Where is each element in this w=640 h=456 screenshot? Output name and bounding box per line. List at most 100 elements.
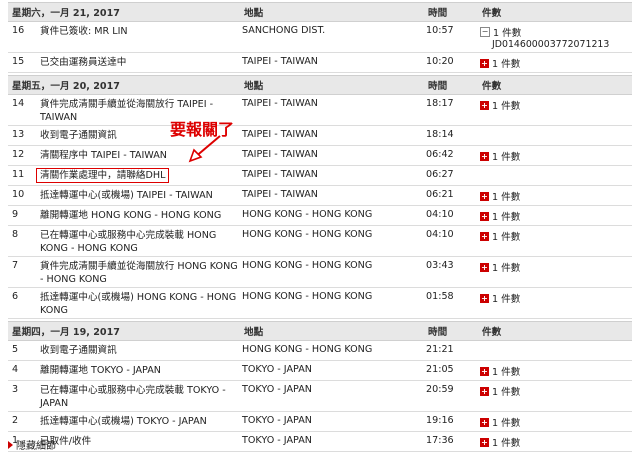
pieces-count: 1 件數	[492, 263, 521, 274]
hide-details-link[interactable]: 隱藏細節	[8, 437, 56, 452]
event-pieces[interactable]: +1 件數	[480, 381, 632, 398]
expand-icon[interactable]: +	[480, 262, 489, 272]
pieces-count: 1 件數	[492, 192, 521, 203]
expand-icon[interactable]: +	[480, 293, 489, 303]
event-location: TAIPEI - TAIWAN	[242, 169, 318, 180]
event-time: 06:42	[426, 149, 454, 160]
expand-icon[interactable]: +	[480, 231, 489, 241]
pieces-header: 件數	[482, 81, 502, 92]
event-pieces[interactable]: −1 件數 JD014600003772071213	[480, 22, 632, 50]
piece-id: JD014600003772071213	[492, 39, 610, 50]
event-time: 19:16	[426, 415, 454, 426]
table-row: 15 已交由運務員送達中 TAIPEI - TAIWAN 10:20 +1 件數	[8, 53, 632, 73]
event-pieces[interactable]: +1 件數	[480, 95, 632, 112]
event-description: 貨件已簽收: MR LIN	[40, 26, 128, 37]
event-location: HONG KONG - HONG KONG	[242, 209, 373, 220]
pieces-count: 1 件數	[492, 152, 521, 163]
event-description: 收到電子通關資訊	[40, 130, 117, 141]
event-description: 貨件完成清關手續並從海關放行 HONG KONG - HONG KONG	[40, 261, 238, 285]
table-row: 16 貨件已簽收: MR LIN SANCHONG DIST. 10:57 −1…	[8, 22, 632, 53]
location-header: 地點	[244, 327, 264, 338]
event-pieces[interactable]: +1 件數	[480, 257, 632, 274]
event-location: HONG KONG - HONG KONG	[242, 344, 373, 355]
expand-icon[interactable]: +	[480, 191, 489, 201]
collapse-icon[interactable]: −	[480, 27, 490, 37]
date-group: 星期六，一月 21, 2017 地點 時間 件數 16 貨件已簽收: MR LI…	[8, 2, 632, 73]
event-pieces[interactable]: +1 件數	[480, 361, 632, 378]
event-number: 12	[12, 149, 25, 160]
date-label: 星期四，一月 19, 2017	[12, 327, 120, 338]
date-header: 星期五，一月 20, 2017 地點 時間 件數	[8, 76, 632, 95]
event-time: 20:59	[426, 384, 454, 395]
event-location: TAIPEI - TAIWAN	[242, 149, 318, 160]
expand-icon[interactable]: +	[480, 58, 489, 68]
time-header: 時間	[428, 81, 448, 92]
event-pieces[interactable]: +1 件數	[480, 53, 632, 70]
pieces-count: 1 件數	[492, 294, 521, 305]
expand-icon[interactable]: +	[480, 100, 489, 110]
event-time: 18:14	[426, 129, 454, 140]
event-location: TAIPEI - TAIWAN	[242, 129, 318, 140]
table-row: 5 收到電子通關資訊 HONG KONG - HONG KONG 21:21	[8, 341, 632, 361]
pieces-count: 1 件數	[492, 101, 521, 112]
event-pieces[interactable]: +1 件數	[480, 432, 632, 449]
table-row: 11 清關作業處理中，請聯絡DHL TAIPEI - TAIWAN 06:27	[8, 166, 632, 186]
event-number: 5	[12, 344, 19, 355]
hide-details-label: 隱藏細節	[16, 441, 56, 452]
pieces-count: 1 件數	[493, 28, 522, 39]
expand-icon[interactable]: +	[480, 366, 489, 376]
expand-icon[interactable]: +	[480, 386, 489, 396]
event-location: TOKYO - JAPAN	[242, 384, 312, 395]
date-group: 星期四，一月 19, 2017 地點 時間 件數 5 收到電子通關資訊 HONG…	[8, 321, 632, 452]
event-number: 10	[12, 189, 25, 200]
table-row: 13 收到電子通關資訊 TAIPEI - TAIWAN 18:14	[8, 126, 632, 146]
event-pieces[interactable]: +1 件數	[480, 288, 632, 305]
expand-icon[interactable]: +	[480, 417, 489, 427]
event-time: 18:17	[426, 98, 454, 109]
event-pieces[interactable]: +1 件數	[480, 226, 632, 243]
event-number: 3	[12, 384, 19, 395]
table-row: 4 離開轉運地 TOKYO - JAPAN TOKYO - JAPAN 21:0…	[8, 361, 632, 381]
event-pieces[interactable]: +1 件數	[480, 412, 632, 429]
event-time: 03:43	[426, 260, 454, 271]
table-row: 12 清關程序中 TAIPEI - TAIWAN TAIPEI - TAIWAN…	[8, 146, 632, 166]
event-pieces[interactable]: +1 件數	[480, 186, 632, 203]
event-number: 6	[12, 291, 19, 302]
date-label: 星期六，一月 21, 2017	[12, 8, 120, 19]
event-number: 2	[12, 415, 19, 426]
event-description: 收到電子通關資訊	[40, 345, 117, 356]
pieces-header: 件數	[482, 8, 502, 19]
expand-icon[interactable]: +	[480, 437, 489, 447]
event-pieces	[480, 166, 632, 169]
event-location: TOKYO - JAPAN	[242, 435, 312, 446]
event-number: 9	[12, 209, 19, 220]
event-number: 16	[12, 25, 25, 36]
event-pieces	[480, 126, 632, 129]
annotation-arrow-icon	[188, 135, 221, 163]
expand-icon[interactable]: +	[480, 211, 489, 221]
pieces-count: 1 件數	[492, 438, 521, 449]
event-number: 15	[12, 56, 25, 67]
event-description: 離開轉運地 TOKYO - JAPAN	[40, 365, 161, 376]
pieces-count: 1 件數	[492, 232, 521, 243]
location-header: 地點	[244, 8, 264, 19]
table-row: 6 抵達轉運中心(或機場) HONG KONG - HONG KONG HONG…	[8, 288, 632, 319]
event-description: 清關作業處理中，請聯絡DHL	[36, 168, 170, 183]
tracking-table: 星期六，一月 21, 2017 地點 時間 件數 16 貨件已簽收: MR LI…	[8, 2, 632, 452]
event-location: TOKYO - JAPAN	[242, 364, 312, 375]
event-description: 抵達轉運中心(或機場) TOKYO - JAPAN	[40, 416, 207, 427]
event-description: 抵達轉運中心(或機場) TAIPEI - TAIWAN	[40, 190, 213, 201]
pieces-header: 件數	[482, 327, 502, 338]
event-description: 清關程序中 TAIPEI - TAIWAN	[40, 150, 167, 161]
pieces-count: 1 件數	[492, 367, 521, 378]
table-row: 10 抵達轉運中心(或機場) TAIPEI - TAIWAN TAIPEI - …	[8, 186, 632, 206]
event-pieces[interactable]: +1 件數	[480, 146, 632, 163]
event-description: 已交由運務員送達中	[40, 57, 127, 68]
event-location: TAIPEI - TAIWAN	[242, 98, 318, 109]
date-header: 星期六，一月 21, 2017 地點 時間 件數	[8, 3, 632, 22]
event-number: 4	[12, 364, 19, 375]
event-pieces[interactable]: +1 件數	[480, 206, 632, 223]
event-location: TAIPEI - TAIWAN	[242, 56, 318, 67]
expand-icon[interactable]: +	[480, 151, 489, 161]
date-header: 星期四，一月 19, 2017 地點 時間 件數	[8, 322, 632, 341]
